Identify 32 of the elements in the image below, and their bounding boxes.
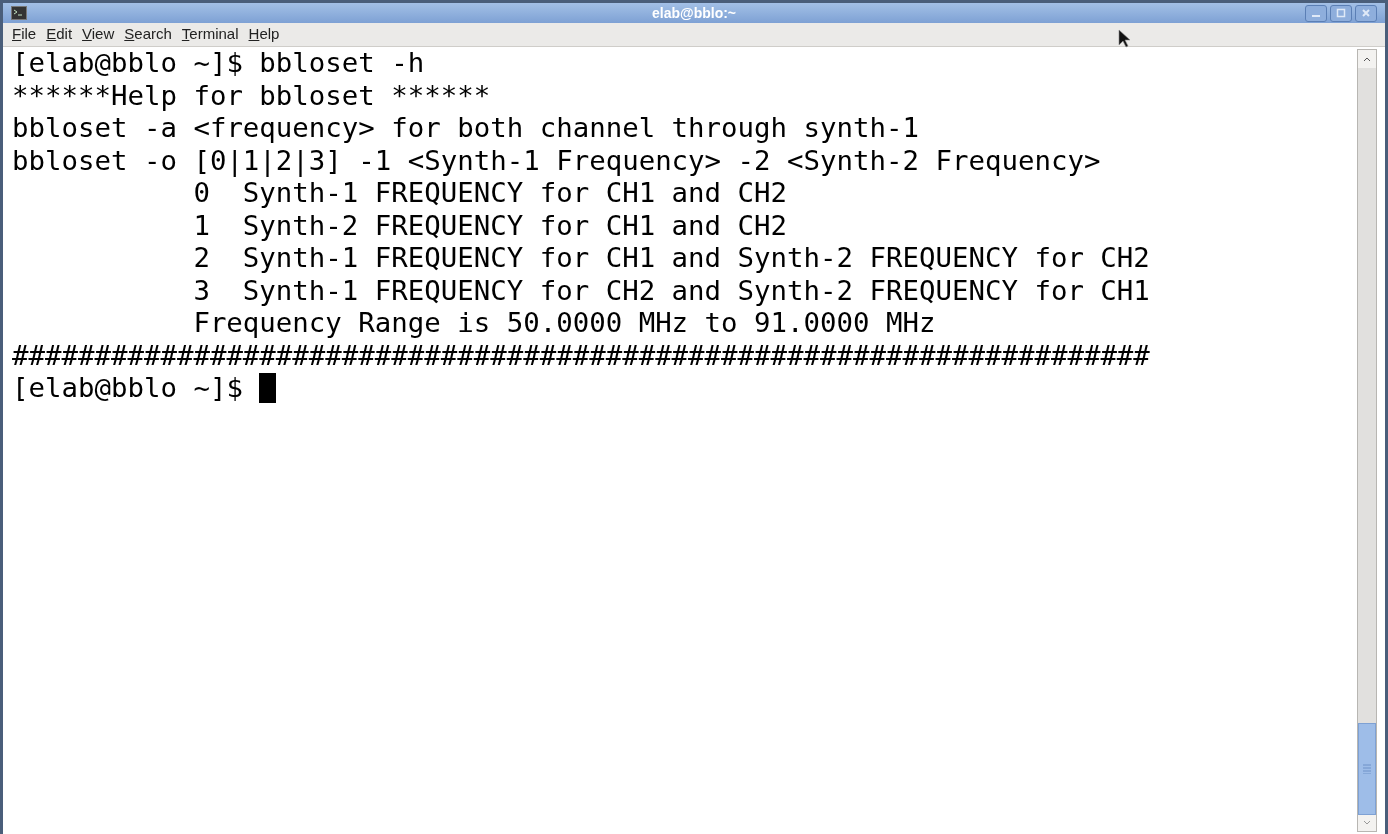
terminal-line: Frequency Range is 50.0000 MHz to 91.0000 MHz [193,307,936,340]
minimize-icon [1312,15,1320,17]
up-caret-icon [1363,56,1371,62]
minimize-button[interactable] [1305,4,1327,22]
maximize-icon [1336,8,1346,18]
terminal-line: bbloset -o [0|1|2|3] -1 <Synth-1 Frequency> -2 <Synth-2 Frequency> [12,144,1101,177]
menu-item[interactable]: Edit [41,23,78,46]
maximize-button[interactable] [1330,4,1352,22]
menu-item[interactable]: Help [243,23,285,46]
terminal-line: 0 Synth-1 FREQUENCY for CH1 and CH2 [193,177,788,210]
menu-item[interactable]: View [77,23,120,46]
text-cursor [259,373,277,404]
menu-item[interactable]: Search [119,23,177,46]
window-title: elab@bblo:~ [651,3,737,23]
down-caret-icon [1363,820,1371,826]
mouse-pointer-icon [1118,29,1132,49]
terminal-line: 1 Synth-2 FREQUENCY for CH1 and CH2 [193,209,788,242]
close-button[interactable] [1355,4,1377,22]
terminal-line: ##################################################################### [12,339,1150,372]
terminal-line: ******Help for bbloset ****** [12,79,491,112]
menu-item[interactable]: Terminal [176,23,244,46]
scrollbar[interactable] [1357,49,1377,832]
close-icon [1361,8,1371,18]
terminal-line: 2 Synth-1 FREQUENCY for CH1 and Synth-2 FREQUENCY for CH2 [193,242,1150,275]
terminal-prompt: [elab@bblo ~]$ [12,372,243,405]
menu-item[interactable]: File [7,23,42,46]
scroll-thumb[interactable] [1358,723,1376,815]
terminal-line: bbloset -a <frequency> for both channel through synth-1 [12,112,919,145]
terminal-icon [11,6,27,20]
terminal-line: 3 Synth-1 FREQUENCY for CH2 and Synth-2 FREQUENCY for CH1 [193,274,1150,307]
grip-icon [1363,764,1371,774]
terminal-line: [elab@bblo ~]$ bbloset -h [12,47,425,80]
